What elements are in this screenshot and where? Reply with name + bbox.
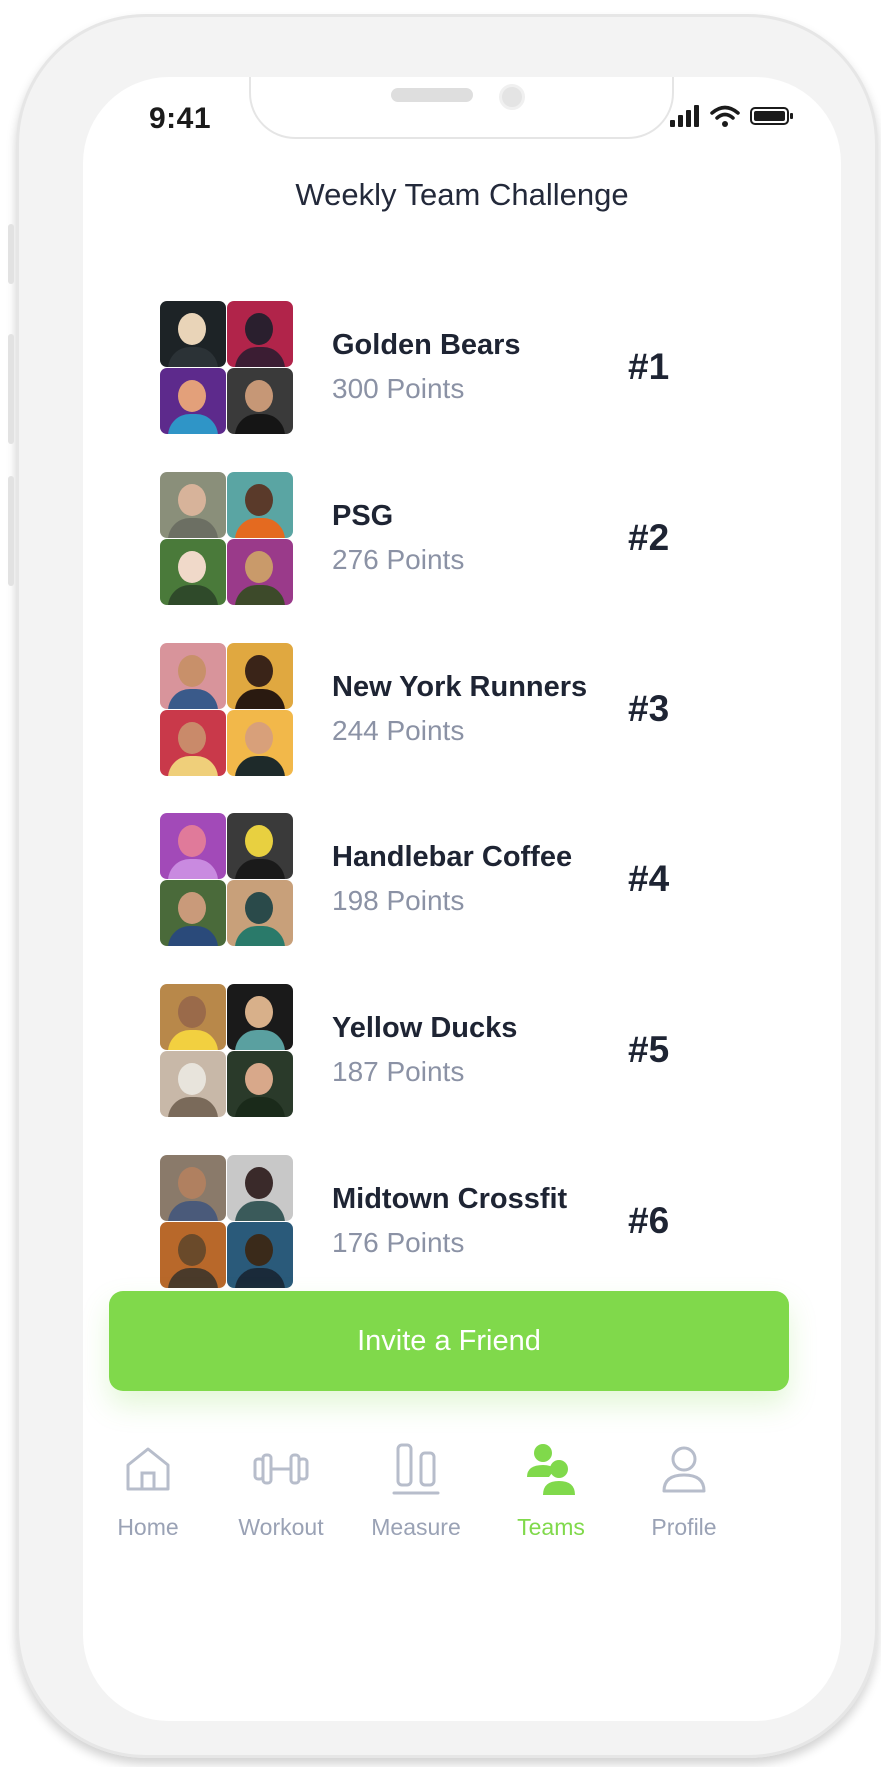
team-rank: #1 — [628, 346, 670, 387]
profile-icon — [662, 1446, 706, 1493]
avatar — [227, 880, 293, 946]
tab-label: Profile — [651, 1514, 717, 1540]
app-screen: 9:41 Weekly Team Challenge Golden Bears … — [83, 77, 841, 1721]
status-icons — [670, 105, 794, 127]
team-name: PSG — [332, 500, 394, 532]
avatar — [227, 539, 293, 605]
avatar — [160, 1222, 226, 1288]
team-name: New York Runners — [332, 671, 588, 703]
avatar — [160, 1051, 226, 1117]
avatar — [160, 368, 226, 434]
avatar — [160, 301, 226, 367]
team-points: 276 Points — [332, 544, 465, 575]
avatar — [227, 643, 293, 709]
avatar — [160, 984, 226, 1050]
avatar — [227, 472, 293, 538]
team-avatars — [160, 813, 298, 951]
avatar — [227, 1155, 293, 1221]
team-name: Yellow Ducks — [332, 1012, 518, 1044]
notch — [249, 77, 674, 139]
status-time: 9:41 — [149, 102, 212, 135]
measure-icon — [392, 1443, 440, 1495]
team-points: 300 Points — [332, 373, 465, 404]
team-name: Midtown Crossfit — [332, 1183, 568, 1215]
team-row[interactable]: PSG 276 Points #2 — [160, 472, 760, 612]
avatar — [160, 472, 226, 538]
avatar — [160, 880, 226, 946]
speaker — [391, 88, 473, 102]
team-avatars — [160, 984, 298, 1122]
avatar — [227, 984, 293, 1050]
avatar — [227, 368, 293, 434]
signal-icon — [670, 105, 699, 127]
team-avatars — [160, 1155, 298, 1293]
tab-bar: Home Workout Measure Teams Profile — [83, 1407, 841, 1540]
team-rank: #2 — [628, 517, 670, 558]
tab-measure[interactable]: Measure — [351, 1407, 481, 1540]
tab-label: Measure — [371, 1514, 461, 1540]
phone-frame: 9:41 Weekly Team Challenge Golden Bears … — [8, 14, 878, 1758]
avatar — [227, 1222, 293, 1288]
tab-teams[interactable]: Teams — [486, 1407, 616, 1540]
avatar — [227, 813, 293, 879]
team-row[interactable]: New York Runners 244 Points #3 — [160, 643, 760, 783]
team-rank: #6 — [628, 1200, 670, 1241]
volume-up-button — [8, 334, 14, 444]
avatar — [160, 710, 226, 776]
battery-icon — [750, 107, 793, 125]
avatar — [227, 1051, 293, 1117]
tab-profile[interactable]: Profile — [619, 1407, 749, 1540]
team-avatars — [160, 472, 298, 610]
tab-label: Home — [117, 1514, 179, 1540]
tab-label: Teams — [517, 1514, 585, 1540]
avatar — [160, 643, 226, 709]
team-row[interactable]: Golden Bears 300 Points #1 — [160, 301, 760, 441]
tab-home[interactable]: Home — [83, 1407, 213, 1540]
avatar — [160, 539, 226, 605]
team-rank: #3 — [628, 688, 670, 729]
page-title: Weekly Team Challenge — [295, 177, 629, 212]
team-name: Handlebar Coffee — [332, 841, 573, 873]
avatar — [227, 301, 293, 367]
team-avatars — [160, 643, 298, 781]
team-name: Golden Bears — [332, 329, 521, 361]
team-row[interactable]: Handlebar Coffee 198 Points #4 — [160, 813, 760, 953]
team-points: 244 Points — [332, 715, 465, 746]
team-rank: #4 — [628, 858, 670, 899]
team-row[interactable]: Midtown Crossfit 176 Points #6 — [160, 1155, 760, 1295]
team-rank: #5 — [628, 1029, 670, 1070]
volume-down-button — [8, 476, 14, 586]
team-points: 198 Points — [332, 885, 465, 916]
avatar — [227, 710, 293, 776]
avatar — [160, 1155, 226, 1221]
mute-switch — [8, 224, 14, 284]
team-avatars — [160, 301, 298, 439]
tab-label: Workout — [238, 1514, 324, 1540]
teams-icon — [527, 1444, 575, 1495]
team-points: 187 Points — [332, 1056, 465, 1087]
wifi-icon — [710, 105, 740, 127]
avatar — [160, 813, 226, 879]
team-points: 176 Points — [332, 1227, 465, 1258]
front-camera — [499, 84, 525, 110]
dumbbell-icon — [253, 1453, 309, 1485]
team-row[interactable]: Yellow Ducks 187 Points #5 — [160, 984, 760, 1124]
tab-workout[interactable]: Workout — [216, 1407, 346, 1540]
invite-friend-button[interactable]: Invite a Friend — [109, 1291, 789, 1391]
home-icon — [126, 1447, 170, 1491]
